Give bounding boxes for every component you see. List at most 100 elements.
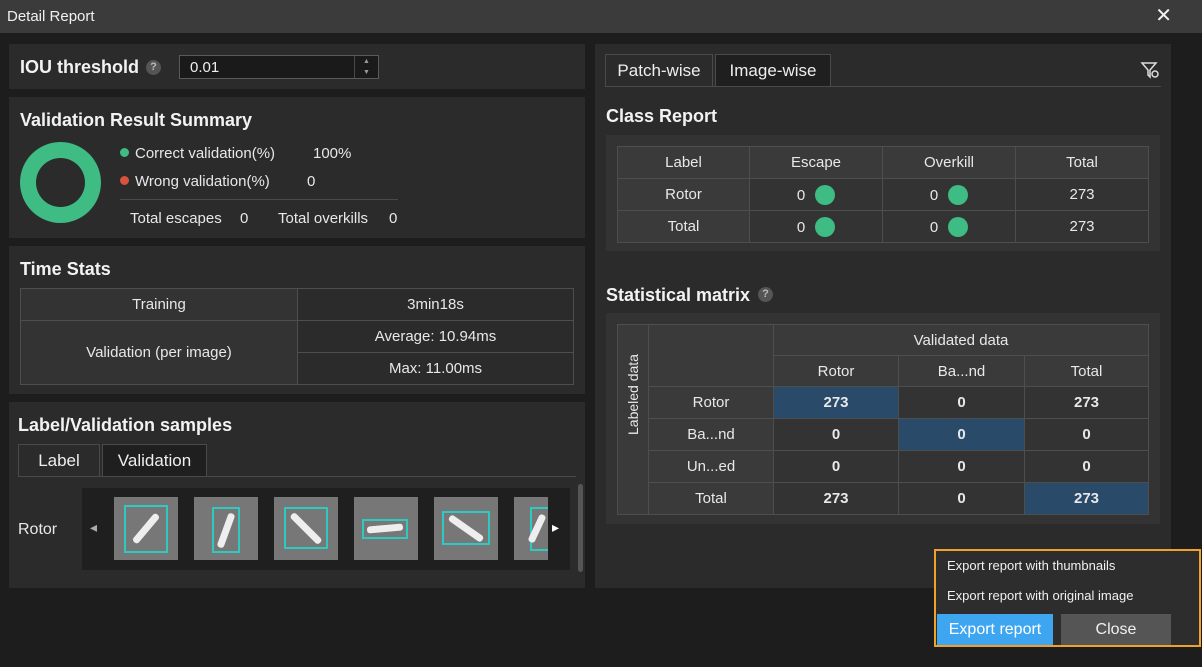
col-header-overkill: Overkill	[882, 146, 1016, 179]
scroll-right-icon[interactable]: ▸	[552, 519, 559, 536]
correct-label: Correct validation(%)	[135, 145, 276, 162]
matrix-cell[interactable]: 0	[898, 450, 1025, 483]
correct-dot-icon	[120, 148, 129, 157]
spin-down-icon[interactable]: ▼	[355, 67, 378, 78]
tab-patch-wise[interactable]: Patch-wise	[605, 54, 713, 86]
class-report-table: Label Escape Overkill Total Rotor 0 0 27…	[617, 146, 1149, 243]
matrix-corner	[648, 324, 774, 356]
matrix-cell[interactable]: 0	[1024, 418, 1149, 451]
max-value: Max: 11.00ms	[297, 352, 574, 385]
matrix-cell[interactable]: 273	[773, 482, 899, 515]
correct-value: 100%	[313, 145, 352, 162]
summary-divider	[120, 199, 398, 200]
time-stats-title: Time Stats	[20, 259, 111, 279]
table-row: Total 0 0 273	[617, 210, 1149, 243]
overkills-value: 0	[389, 210, 398, 227]
tab-label[interactable]: Label	[18, 444, 100, 476]
training-value: 3min18s	[297, 288, 574, 321]
scroll-left-icon[interactable]: ◂	[90, 519, 97, 536]
status-dot-icon	[948, 216, 969, 237]
export-menu: Export report with thumbnails Export rep…	[934, 549, 1201, 647]
matrix-row-header: Un...ed	[648, 450, 774, 483]
status-dot-icon	[815, 184, 836, 205]
matrix-row-header: Total	[648, 482, 774, 515]
training-label: Training	[20, 288, 298, 321]
status-dot-icon	[815, 216, 836, 237]
wrong-dot-icon	[120, 176, 129, 185]
iou-value: 0.01	[190, 59, 220, 76]
escape-cell: 0	[749, 210, 883, 243]
matrix-cell[interactable]: 0	[773, 418, 899, 451]
col-header-escape: Escape	[749, 146, 883, 179]
iou-threshold-input[interactable]: 0.01 ▲ ▼	[179, 55, 379, 79]
filter-icon[interactable]	[1140, 60, 1160, 80]
table-row: Ba...nd 0 0 0	[618, 418, 1149, 451]
tab-validation[interactable]: Validation	[102, 444, 207, 476]
matrix-cell[interactable]: 0	[898, 386, 1025, 419]
table-row: Total 273 0 273	[618, 482, 1149, 515]
matrix-row-header: Rotor	[648, 386, 774, 419]
tab-image-wise[interactable]: Image-wise	[715, 54, 831, 86]
export-with-thumbnails-item[interactable]: Export report with thumbnails	[947, 558, 1115, 573]
sample-thumbnail[interactable]	[514, 497, 548, 560]
average-value: Average: 10.94ms	[297, 320, 574, 353]
matrix-cell[interactable]: 0	[773, 450, 899, 483]
iou-label: IOU threshold	[20, 57, 140, 77]
time-stats-table: Training 3min18s Validation (per image) …	[20, 288, 574, 385]
matrix-cell[interactable]: 273	[1024, 386, 1149, 419]
export-with-original-item[interactable]: Export report with original image	[947, 588, 1133, 603]
close-button[interactable]: Close	[1061, 614, 1171, 645]
report-tab-divider	[605, 86, 1161, 87]
summary-title: Validation Result Summary	[20, 110, 253, 130]
wrong-legend: Wrong validation(%)	[120, 173, 270, 190]
sample-thumbnail[interactable]	[114, 497, 178, 560]
col-header-label: Label	[617, 146, 750, 179]
samples-tab-divider	[18, 476, 576, 477]
matrix-cell[interactable]: 0	[898, 482, 1025, 515]
wrong-value: 0	[307, 173, 316, 190]
matrix-cell[interactable]: 0	[898, 418, 1025, 451]
title-bar: Detail Report ✕	[0, 0, 1202, 33]
matrix-cell[interactable]: 273	[1024, 482, 1149, 515]
row-label: Total	[617, 210, 750, 243]
statistical-matrix: Labeled data Validated data Rotor Ba...n…	[617, 324, 1149, 515]
col-header-total: Total	[1015, 146, 1149, 179]
row-label: Rotor	[617, 178, 750, 211]
spin-up-icon[interactable]: ▲	[355, 56, 378, 67]
matrix-corner	[648, 355, 774, 387]
validation-label: Validation (per image)	[20, 320, 298, 385]
samples-title: Label/Validation samples	[18, 415, 233, 435]
iou-help-icon[interactable]: ?	[146, 60, 161, 75]
iou-spinner[interactable]: ▲ ▼	[354, 56, 378, 78]
validation-donut-chart	[20, 142, 101, 223]
window-title: Detail Report	[7, 8, 95, 25]
matrix-cell[interactable]: 273	[773, 386, 899, 419]
sample-thumbnail[interactable]	[274, 497, 338, 560]
sample-thumbnail[interactable]	[434, 497, 498, 560]
overkill-cell: 0	[882, 178, 1016, 211]
escapes-label: Total escapes	[130, 210, 222, 227]
table-row: Un...ed 0 0 0	[618, 450, 1149, 483]
escapes-value: 0	[240, 210, 249, 227]
total-cell: 273	[1015, 210, 1149, 243]
export-report-button[interactable]: Export report	[937, 614, 1053, 645]
labeled-data-header: Labeled data	[617, 324, 649, 515]
matrix-col-header: Total	[1024, 355, 1149, 387]
wrong-label: Wrong validation(%)	[135, 173, 270, 190]
sample-thumbnail[interactable]	[354, 497, 418, 560]
matrix-help-icon[interactable]: ?	[758, 287, 773, 302]
table-row: Rotor 0 0 273	[617, 178, 1149, 211]
matrix-cell[interactable]: 0	[1024, 450, 1149, 483]
matrix-col-header: Rotor	[773, 355, 899, 387]
total-cell: 273	[1015, 178, 1149, 211]
samples-scrollbar[interactable]	[578, 484, 583, 572]
class-report-title: Class Report	[606, 106, 718, 126]
sample-thumbnail[interactable]	[194, 497, 258, 560]
overkill-cell: 0	[882, 210, 1016, 243]
overkills-label: Total overkills	[278, 210, 369, 227]
close-icon[interactable]: ✕	[1155, 5, 1172, 27]
validated-data-header: Validated data	[773, 324, 1149, 356]
matrix-row-header: Ba...nd	[648, 418, 774, 451]
matrix-col-header: Ba...nd	[898, 355, 1025, 387]
sample-row-label: Rotor	[18, 521, 58, 538]
